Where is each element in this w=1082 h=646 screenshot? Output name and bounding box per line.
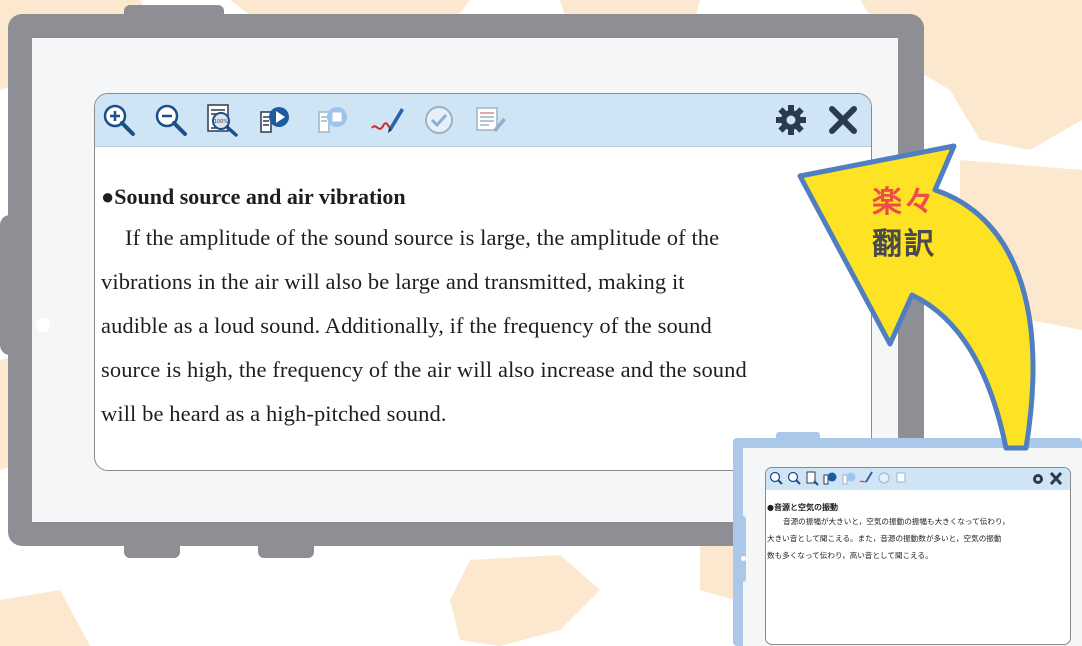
translation-arrow — [797, 143, 1036, 451]
translation-badge-line2: 翻訳 — [872, 227, 936, 262]
translation-badge-line1: 楽々 — [872, 185, 936, 220]
